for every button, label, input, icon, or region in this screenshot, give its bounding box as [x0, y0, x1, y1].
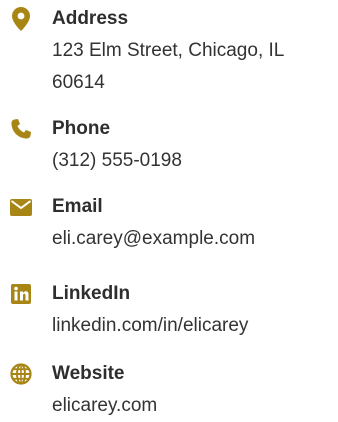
phone-link[interactable]: (312) 555-0198 [52, 145, 332, 177]
email-link[interactable]: eli.carey@example.com [52, 223, 332, 255]
address-value: 123 Elm Street, Chicago, IL 60614 [52, 40, 284, 93]
linkedin-icon [9, 282, 33, 306]
website-link[interactable]: elicarey.com [52, 390, 332, 422]
phone-label: Phone [52, 118, 111, 139]
contact-item-email: Email eli.carey@example.com [0, 193, 338, 253]
linkedin-link[interactable]: linkedin.com/in/elicarey [52, 310, 332, 342]
contact-item-linkedin: LinkedIn linkedin.com/in/elicarey [0, 280, 338, 340]
website-label: Website [52, 363, 125, 384]
contact-info-list: Address 123 Elm Street, Chicago, IL 6061… [0, 0, 338, 422]
contact-item-phone: Phone (312) 555-0198 [0, 115, 338, 175]
contact-item-website: Website elicarey.com [0, 360, 338, 420]
linkedin-label: LinkedIn [52, 283, 131, 304]
address-label: Address [52, 8, 129, 29]
contact-item-address: Address 123 Elm Street, Chicago, IL 6061… [0, 5, 338, 95]
phone-icon [9, 117, 33, 141]
envelope-icon [9, 195, 33, 219]
email-label: Email [52, 196, 103, 217]
map-marker-icon [9, 7, 33, 31]
globe-icon [9, 362, 33, 386]
